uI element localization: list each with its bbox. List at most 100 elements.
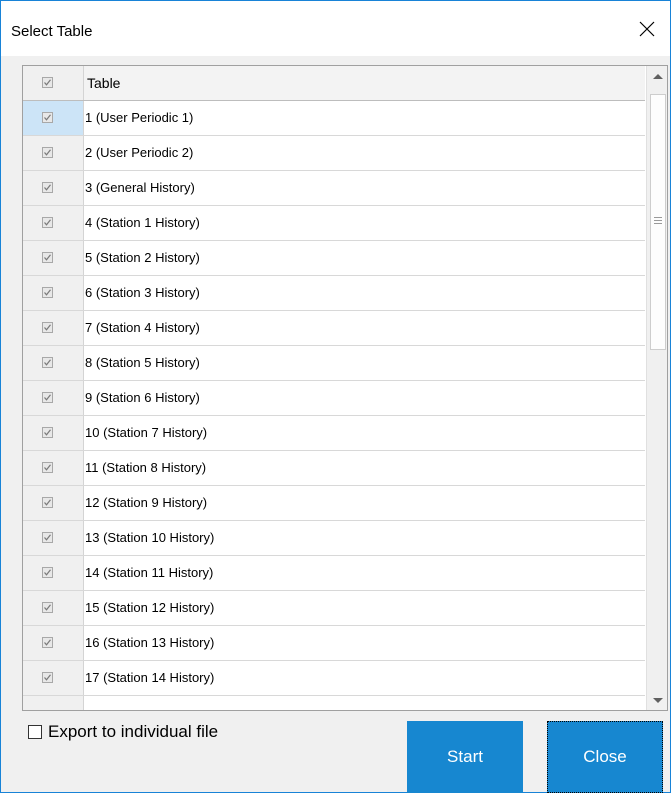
column-header-table[interactable]: Table xyxy=(87,66,120,100)
row-checkbox[interactable] xyxy=(42,392,53,403)
start-button[interactable]: Start xyxy=(407,721,523,793)
row-checkbox[interactable] xyxy=(42,217,53,228)
checkmark-icon xyxy=(44,534,51,541)
row-check-cell[interactable] xyxy=(23,241,84,275)
row-check-cell[interactable] xyxy=(23,591,84,625)
row-label: 10 (Station 7 History) xyxy=(85,425,208,440)
checkmark-icon xyxy=(44,674,51,681)
row-checkbox[interactable] xyxy=(42,497,53,508)
vertical-scrollbar[interactable] xyxy=(646,66,667,710)
row-checkbox[interactable] xyxy=(42,252,53,263)
row-checkbox[interactable] xyxy=(42,567,53,578)
close-button[interactable]: Close xyxy=(547,721,663,793)
table-row[interactable]: 17 (Station 14 History) xyxy=(23,661,645,696)
checkmark-icon xyxy=(44,499,51,506)
checkmark-icon xyxy=(44,219,51,226)
table-row[interactable]: 5 (Station 2 History) xyxy=(23,241,645,276)
row-checkbox[interactable] xyxy=(42,322,53,333)
scroll-up-button[interactable] xyxy=(647,66,667,86)
arrow-up-icon xyxy=(652,73,663,79)
row-check-cell[interactable] xyxy=(23,206,84,240)
select-all-checkbox[interactable] xyxy=(42,77,53,88)
row-checkbox[interactable] xyxy=(42,462,53,473)
row-checkbox[interactable] xyxy=(42,637,53,648)
scrollbar-thumb[interactable] xyxy=(650,94,666,350)
row-label: 17 (Station 14 History) xyxy=(85,670,215,685)
row-check-cell[interactable] xyxy=(23,171,84,205)
row-check-cell[interactable] xyxy=(23,311,84,345)
checkmark-icon xyxy=(44,359,51,366)
title-bar: Select Table xyxy=(1,1,670,56)
row-check-cell[interactable] xyxy=(23,381,84,415)
scroll-down-button[interactable] xyxy=(647,690,667,710)
table-grid: Table 1 (User Periodic 1) 2 (User Periodi… xyxy=(22,65,668,711)
row-check-cell[interactable] xyxy=(23,416,84,450)
row-check-cell[interactable] xyxy=(23,486,84,520)
row-label: 8 (Station 5 History) xyxy=(85,355,200,370)
row-label: 9 (Station 6 History) xyxy=(85,390,200,405)
checkmark-icon xyxy=(44,324,51,331)
table-row[interactable]: 13 (Station 10 History) xyxy=(23,521,645,556)
checkmark-icon xyxy=(44,79,51,86)
row-check-cell[interactable] xyxy=(23,521,84,555)
row-label: 5 (Station 2 History) xyxy=(85,250,200,265)
table-row[interactable]: 3 (General History) xyxy=(23,171,645,206)
row-label: 4 (Station 1 History) xyxy=(85,215,200,230)
table-row[interactable]: 16 (Station 13 History) xyxy=(23,626,645,661)
table-row[interactable] xyxy=(23,696,645,710)
dialog-title: Select Table xyxy=(11,23,93,40)
row-label: 13 (Station 10 History) xyxy=(85,530,215,545)
table-row[interactable]: 1 (User Periodic 1) xyxy=(23,101,645,136)
row-checkbox[interactable] xyxy=(42,532,53,543)
row-label: 1 (User Periodic 1) xyxy=(85,110,194,125)
row-check-cell[interactable] xyxy=(23,136,84,170)
row-checkbox[interactable] xyxy=(42,602,53,613)
row-check-cell[interactable] xyxy=(23,661,84,695)
row-label: 14 (Station 11 History) xyxy=(85,565,214,580)
checkmark-icon xyxy=(44,184,51,191)
grid-header-row: Table xyxy=(23,66,645,101)
export-checkbox-box[interactable] xyxy=(28,725,42,739)
row-check-cell[interactable] xyxy=(23,101,84,135)
row-check-cell[interactable] xyxy=(23,556,84,590)
row-label: 3 (General History) xyxy=(85,180,195,195)
row-checkbox[interactable] xyxy=(42,427,53,438)
row-checkbox[interactable] xyxy=(42,357,53,368)
header-check-cell[interactable] xyxy=(23,66,84,100)
table-row[interactable]: 12 (Station 9 History) xyxy=(23,486,645,521)
checkmark-icon xyxy=(44,114,51,121)
row-check-cell[interactable] xyxy=(23,276,84,310)
close-icon xyxy=(639,21,655,36)
table-row[interactable]: 10 (Station 7 History) xyxy=(23,416,645,451)
row-check-cell[interactable] xyxy=(23,626,84,660)
table-row[interactable]: 6 (Station 3 History) xyxy=(23,276,645,311)
table-row[interactable]: 15 (Station 12 History) xyxy=(23,591,645,626)
table-row[interactable]: 7 (Station 4 History) xyxy=(23,311,645,346)
arrow-down-icon xyxy=(652,697,663,703)
row-check-cell[interactable] xyxy=(23,346,84,380)
table-row[interactable]: 2 (User Periodic 2) xyxy=(23,136,645,171)
row-check-cell[interactable] xyxy=(23,451,84,485)
checkmark-icon xyxy=(44,569,51,576)
checkmark-icon xyxy=(44,429,51,436)
table-row[interactable]: 8 (Station 5 History) xyxy=(23,346,645,381)
table-row[interactable]: 4 (Station 1 History) xyxy=(23,206,645,241)
checkmark-icon xyxy=(44,289,51,296)
table-row[interactable]: 9 (Station 6 History) xyxy=(23,381,645,416)
row-checkbox[interactable] xyxy=(42,147,53,158)
checkmark-icon xyxy=(44,149,51,156)
export-checkbox-label: Export to individual file xyxy=(48,722,219,741)
row-label: 7 (Station 4 History) xyxy=(85,320,200,335)
row-checkbox[interactable] xyxy=(42,672,53,683)
row-checkbox[interactable] xyxy=(42,182,53,193)
row-checkbox[interactable] xyxy=(42,112,53,123)
close-window-button[interactable] xyxy=(624,1,670,56)
row-label: 16 (Station 13 History) xyxy=(85,635,215,650)
row-label: 6 (Station 3 History) xyxy=(85,285,200,300)
table-row[interactable]: 14 (Station 11 History) xyxy=(23,556,645,591)
row-label: 12 (Station 9 History) xyxy=(85,495,208,510)
row-check-cell[interactable] xyxy=(23,696,84,710)
row-checkbox[interactable] xyxy=(42,287,53,298)
export-individual-checkbox[interactable]: Export to individual file xyxy=(28,722,218,742)
table-row[interactable]: 11 (Station 8 History) xyxy=(23,451,645,486)
